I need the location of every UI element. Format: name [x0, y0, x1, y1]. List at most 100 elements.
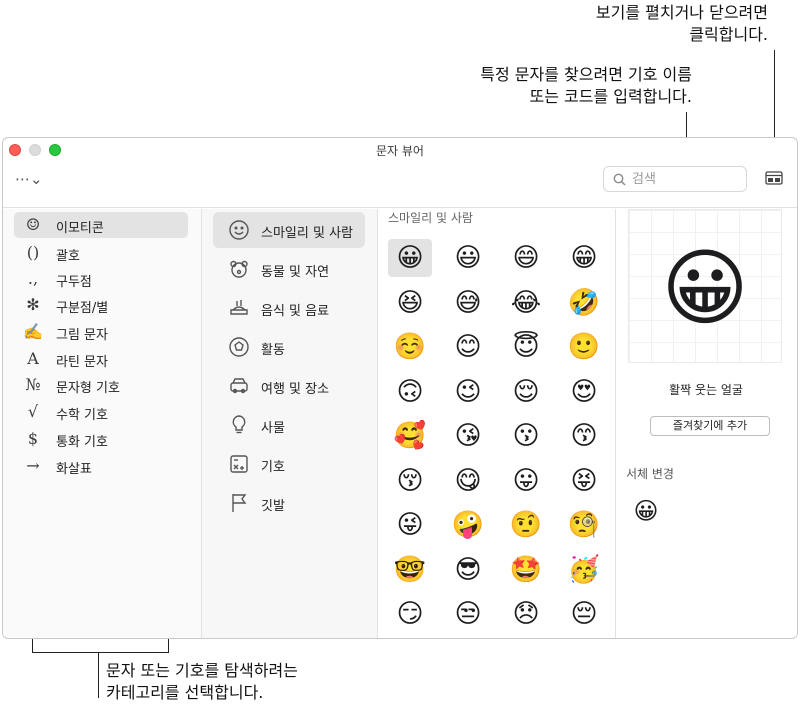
emoji-cell[interactable]: 😍: [562, 373, 606, 411]
category-item[interactable]: 깃발: [213, 485, 365, 521]
emoji-cell[interactable]: 😋: [446, 462, 490, 500]
emoji-cell[interactable]: 😉: [446, 373, 490, 411]
character-viewer-window: 문자 뷰어 ⋯⌄ ☺ 이모티콘 () 괄호., 구두점 ✻ 구분점/별 ✍ 그림 문자 A 라틴 문…: [2, 137, 798, 639]
emoji-cell[interactable]: 😃: [446, 239, 490, 277]
emoji-cell[interactable]: 🙂: [562, 328, 606, 366]
food-icon: [230, 300, 248, 315]
emoji-cell[interactable]: 😒: [446, 595, 490, 633]
sidebar-item[interactable]: ., 구두점: [14, 266, 188, 292]
category-item[interactable]: 스마일리 및 사람: [213, 212, 365, 248]
emoji-cell[interactable]: 😝: [562, 462, 606, 500]
category-item[interactable]: 음식 및 음료: [213, 290, 365, 326]
emoji-cell[interactable]: 🙃: [388, 373, 432, 411]
emoji-cell[interactable]: 😙: [562, 417, 606, 455]
font-variant[interactable]: 😀: [628, 493, 664, 529]
emoji-cell[interactable]: 😄: [504, 239, 548, 277]
detail-pane: 😀 활짝 웃는 얼굴 즐겨찾기에 추가 서체 변경 😀: [616, 209, 797, 638]
flag-icon: [232, 494, 247, 512]
emoji-cell[interactable]: 🧐: [562, 506, 606, 544]
dollar-icon: $: [27, 429, 39, 448]
emoji-cell[interactable]: 😔: [562, 595, 606, 633]
sidebar-item-label: 라틴 문자: [56, 355, 108, 370]
emoji-cell[interactable]: 🤨: [504, 506, 548, 544]
category-label: 여행 및 장소: [261, 382, 330, 397]
emoji-cell[interactable]: 😇: [504, 328, 548, 366]
latin-letter-icon: A: [27, 349, 39, 368]
sidebar-item[interactable]: ✍ 그림 문자: [14, 319, 188, 345]
smiley-icon: [229, 220, 249, 240]
category-item[interactable]: 동물 및 자연: [213, 251, 365, 287]
pictograph-icon: ✍: [23, 322, 43, 341]
category-leader: [98, 652, 99, 698]
emoji-cell[interactable]: 🤩: [504, 551, 548, 589]
bear-icon: [230, 260, 248, 278]
arrow-icon: →: [26, 456, 40, 475]
emoji-cell[interactable]: 😅: [446, 284, 490, 322]
emoji-cell[interactable]: 😌: [504, 373, 548, 411]
sidebar-toggle-icon: [765, 171, 783, 185]
category-item[interactable]: 활동: [213, 329, 365, 365]
emoji-cell[interactable]: 😆: [388, 284, 432, 322]
sidebar-item[interactable]: ☺ 이모티콘: [14, 212, 188, 238]
emoji-cell[interactable]: 😀: [388, 239, 432, 277]
parentheses-icon: (): [26, 243, 40, 262]
emoji-cell[interactable]: 😗: [504, 417, 548, 455]
emoji-cell[interactable]: 🤓: [388, 551, 432, 589]
emoji-cell[interactable]: 😛: [504, 462, 548, 500]
category-item[interactable]: 여행 및 장소: [213, 368, 365, 404]
category-bracket-left: [32, 638, 33, 652]
font-variation-title: 서체 변경: [626, 467, 674, 481]
car-icon: [230, 378, 248, 394]
search-input[interactable]: [632, 170, 742, 188]
emoji-cell[interactable]: 🥰: [388, 417, 432, 455]
emoji-cell[interactable]: 😎: [446, 551, 490, 589]
category-label: 깃발: [261, 499, 285, 514]
emoji-cell[interactable]: 🥳: [562, 551, 606, 589]
emoji-cell[interactable]: 😏: [388, 595, 432, 633]
emoji-cell[interactable]: ☺️: [388, 328, 432, 366]
sidebar-item[interactable]: → 화살표: [14, 453, 188, 479]
more-options-button[interactable]: ⋯⌄: [15, 170, 43, 188]
sidebar-item[interactable]: № 문자형 기호: [14, 372, 188, 398]
preview-emoji: 😀: [661, 239, 749, 337]
sidebar-item-label: 이모티콘: [56, 221, 104, 236]
emoji-cell[interactable]: 🤣: [562, 284, 606, 322]
category-callout: 문자 또는 기호를 탐색하려는 카테고리를 선택합니다.: [106, 661, 298, 702]
sidebar: ☺ 이모티콘 () 괄호 ., 구두점 ✻ 구분점/별 ✍ 그림 문자 A 라틴 문자 № 문자형 기호 √…: [3, 209, 202, 638]
add-to-favorites-button[interactable]: 즐겨찾기에 추가: [650, 416, 770, 436]
emoji-cell[interactable]: 😚: [388, 462, 432, 500]
toggle-view-button[interactable]: [765, 170, 783, 185]
category-label: 사물: [261, 421, 285, 436]
sidebar-item-label: 구두점: [56, 275, 92, 290]
search-icon: [613, 173, 626, 186]
numero-icon: №: [25, 375, 41, 394]
sidebar-item[interactable]: () 괄호: [14, 240, 188, 266]
emoji-name: 활짝 웃는 얼굴: [669, 383, 743, 397]
sidebar-item[interactable]: $ 통화 기호: [14, 426, 188, 452]
emoji-cell[interactable]: 😂: [504, 284, 548, 322]
category-item[interactable]: 사물: [213, 407, 365, 443]
search-callout: 특정 문자를 찾으려면 기호 이름 또는 코드를 입력합니다.: [480, 65, 692, 106]
sidebar-item[interactable]: A 라틴 문자: [14, 346, 188, 372]
category-label: 활동: [261, 343, 285, 358]
search-field[interactable]: [603, 166, 747, 192]
category-item[interactable]: 기호: [213, 446, 365, 482]
sidebar-item[interactable]: ✻ 구분점/별: [14, 292, 188, 318]
emoji-cell[interactable]: 😊: [446, 328, 490, 366]
emoji-cell[interactable]: 😞: [504, 595, 548, 633]
emoji-cell[interactable]: 😁: [562, 239, 606, 277]
ball-icon: [229, 337, 249, 357]
sidebar-item-label: 그림 문자: [56, 328, 108, 343]
grid-title: 스마일리 및 사람: [388, 211, 473, 225]
emoji-icon: ☺: [25, 215, 41, 234]
symbols-icon: [230, 455, 248, 473]
emoji-preview: 😀: [628, 209, 782, 363]
category-bracket-right: [168, 638, 169, 652]
emoji-cell[interactable]: 🤪: [446, 506, 490, 544]
sidebar-item[interactable]: √ 수학 기호: [14, 399, 188, 425]
sidebar-item-label: 괄호: [56, 249, 80, 264]
toggle-view-callout: 보기를 펼치거나 닫으려면 클릭합니다.: [595, 3, 768, 44]
emoji-cell[interactable]: 😘: [446, 417, 490, 455]
asterisk-icon: ✻: [26, 295, 40, 314]
emoji-cell[interactable]: 😜: [388, 506, 432, 544]
